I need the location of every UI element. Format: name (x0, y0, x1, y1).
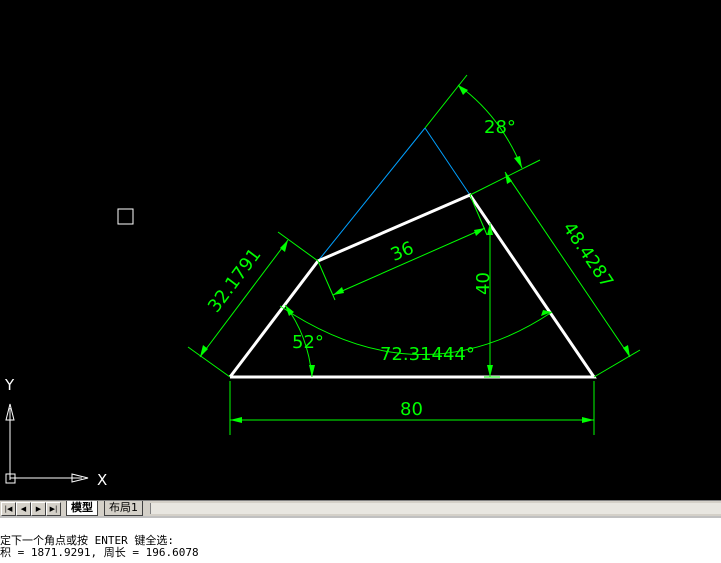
dim-right-side: 48.4287 (558, 218, 617, 291)
tab-model[interactable]: 模型 (66, 501, 98, 516)
drawing-area[interactable]: 80 36 32.1791 48.4287 40 52° 28° 72.3144… (0, 0, 721, 500)
command-history-line-2: 积 = 1871.9291, 周长 = 196.6078 (0, 546, 199, 559)
dim-left-angle: 52° (292, 332, 324, 353)
tab-nav-prev-button[interactable]: ◀ (16, 502, 31, 516)
ucs-icon (5, 403, 89, 484)
dim-bottom-length: 80 (400, 399, 423, 420)
layout-tab-bar: |◀ ◀ ▶ ▶| 模型 布局1 (0, 500, 721, 517)
pickbox-cursor (117, 208, 134, 225)
construction-lines (317, 127, 471, 262)
dim-top-length: 36 (388, 238, 417, 266)
ucs-y-label: Y (4, 376, 15, 394)
tab-layout1[interactable]: 布局1 (104, 501, 143, 516)
tab-nav-last-button[interactable]: ▶| (46, 502, 61, 516)
dim-arc-angle: 72.31444° (380, 344, 475, 365)
dim-left-side: 32.1791 (204, 245, 266, 317)
command-window[interactable]: 定下一个角点或按 ENTER 键全选: 积 = 1871.9291, 周长 = … (0, 516, 721, 563)
ucs-x-label: X (97, 471, 107, 489)
horizontal-scrollbar[interactable] (150, 503, 721, 514)
dim-height: 40 (473, 272, 494, 295)
dim-top-angle: 28° (484, 117, 516, 138)
tab-nav-first-button[interactable]: |◀ (1, 502, 16, 516)
tab-nav-next-button[interactable]: ▶ (31, 502, 46, 516)
